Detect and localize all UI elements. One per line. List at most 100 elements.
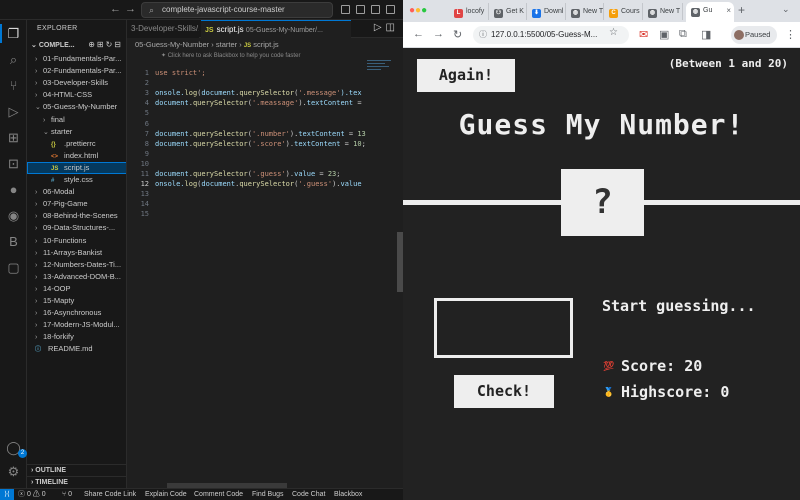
tree-folder[interactable]: › 10-Functions <box>27 235 126 247</box>
new-tab-plus-icon[interactable]: + <box>738 3 745 17</box>
tree-folder[interactable]: › 02-Fundamentals-Par... <box>27 65 126 77</box>
extension-gmail-icon[interactable]: ✉ <box>639 28 648 41</box>
tree-folder[interactable]: ⌄ starter <box>27 126 126 138</box>
address-bar[interactable]: ⓘ 127.0.0.1:5500/05-Guess-M... <box>473 26 629 44</box>
side-panel-icon[interactable]: ◨ <box>701 28 711 41</box>
explorer-sidebar: EXPLORER ⌄ COMPLE... ⊕⊞↻⊟ › 01-Fundamenta… <box>27 20 127 488</box>
browser-tab[interactable]: ⚇ Get K <box>489 3 527 20</box>
bookmark-star-icon[interactable]: ☆ <box>609 27 618 38</box>
tree-folder[interactable]: › 16-Asynchronous <box>27 307 126 319</box>
tree-folder[interactable]: › final <box>27 114 126 126</box>
search-activity-icon[interactable]: ⌕ <box>4 50 23 69</box>
tree-folder[interactable]: › 13-Advanced-DOM-B... <box>27 271 126 283</box>
toggle-panel-icon[interactable] <box>356 5 365 14</box>
minimap[interactable] <box>367 60 397 86</box>
tree-folder[interactable]: › 06-Modal <box>27 186 126 198</box>
browser-tab[interactable]: ⬇ Downl <box>527 3 566 20</box>
status-share-code-link[interactable]: Share Code Link <box>84 489 136 500</box>
tree-folder[interactable]: › 08-Behind-the-Scenes <box>27 210 126 222</box>
outline-section[interactable]: › OUTLINE <box>27 464 126 476</box>
extension-box-icon[interactable]: ▣ <box>659 28 669 41</box>
run-icon[interactable]: ▷ <box>374 22 386 33</box>
docker-icon[interactable]: ◉ <box>4 206 23 225</box>
timeline-section[interactable]: › TIMELINE <box>27 476 126 488</box>
status-explain-code[interactable]: Explain Code <box>145 489 187 500</box>
browser-tab[interactable]: ◍ Gu × <box>686 2 734 22</box>
tree-folder[interactable]: › 17-Modern-JS-Modul... <box>27 319 126 331</box>
customize-layout-icon[interactable] <box>386 5 395 14</box>
tree-file[interactable]: # style.css <box>27 174 126 186</box>
tree-folder[interactable]: › 09-Data-Structures-... <box>27 222 126 234</box>
tree-folder[interactable]: › 07-Pig-Game <box>27 198 126 210</box>
remote-explorer-icon[interactable]: ⊡ <box>4 154 23 173</box>
tree-folder[interactable]: › 18-forkify <box>27 331 126 343</box>
tree-folder[interactable]: › 11-Arrays-Bankist <box>27 247 126 259</box>
menu-kebab-icon[interactable]: ⋮ <box>785 28 796 41</box>
minimap-line <box>367 63 385 64</box>
tree-folder[interactable]: › 01-Fundamentals-Par... <box>27 53 126 65</box>
breadcrumb-folder[interactable]: 05-Guess-My-Number <box>135 40 209 49</box>
close-tab-icon[interactable]: × <box>726 2 731 19</box>
tree-folder[interactable]: › 15-Mapty <box>27 295 126 307</box>
tree-file[interactable]: <> index.html <box>27 150 126 162</box>
browser-tab[interactable]: ◍ New T <box>566 3 604 20</box>
window-controls-icon[interactable]: ●●● <box>409 5 427 16</box>
split-editor-icon[interactable]: ◫ <box>386 22 399 33</box>
tree-file[interactable]: JS script.js <box>27 161 126 174</box>
status-blackbox[interactable]: Blackbox <box>334 489 362 500</box>
reload-icon[interactable]: ↻ <box>453 28 462 41</box>
browser-tab[interactable]: C Cours <box>604 3 643 20</box>
problems-indicator[interactable]: ⓧ 0 ⚠ 0 <box>18 489 46 500</box>
forward-arrow-icon[interactable]: → <box>433 28 444 40</box>
tree-file[interactable]: ⓘ README.md <box>27 343 126 355</box>
tree-folder[interactable]: › 03-Developer-Skills <box>27 77 126 89</box>
back-arrow-icon[interactable]: ← <box>110 3 121 15</box>
status-code-chat[interactable]: Code Chat <box>292 489 325 500</box>
tree-folder[interactable]: › 14-OOP <box>27 283 126 295</box>
toggle-secondary-sidebar-icon[interactable] <box>371 5 380 14</box>
explorer-toolbar[interactable]: ⊕⊞↻⊟ <box>88 40 123 49</box>
guess-input[interactable] <box>434 298 573 358</box>
remote-indicator-icon[interactable]: ⟩⟨ <box>0 489 14 500</box>
tree-folder[interactable]: ⌄ 05-Guess-My-Number <box>27 101 126 113</box>
site-info-icon[interactable]: ⓘ <box>479 26 487 44</box>
chevron-right-icon: › <box>35 322 38 330</box>
tree-item-label: 08-Behind-the-Scenes <box>43 211 118 221</box>
breadcrumb-subfolder[interactable]: starter <box>216 40 237 49</box>
ports-indicator[interactable]: ⑂ 0 <box>62 489 72 500</box>
explorer-icon[interactable]: ❐ <box>0 24 23 43</box>
forward-arrow-icon[interactable]: → <box>125 3 136 15</box>
status-comment-code[interactable]: Comment Code <box>194 489 243 500</box>
toggle-sidebar-icon[interactable] <box>341 5 350 14</box>
tab-script-js[interactable]: JS script.js 05-Guess-My-Number/... <box>201 20 351 38</box>
browser-tab[interactable]: Llocofy <box>449 3 489 20</box>
breadcrumb-file[interactable]: script.js <box>253 40 278 49</box>
check-button[interactable]: Check! <box>454 375 554 408</box>
highscore-row: 🥇 Highscore: 0 <box>603 383 729 401</box>
tab-search-chevron-icon[interactable]: ⌄ <box>782 4 790 15</box>
command-center-search[interactable]: ⌕ complete-javascript-course-master <box>141 2 333 18</box>
blackbox-hint[interactable]: ✦ Click here to ask Blackbox to help you… <box>161 52 300 59</box>
run-debug-icon[interactable]: ▷ <box>4 102 23 121</box>
tree-folder[interactable]: › 12-Numbers-Dates-Ti... <box>27 259 126 271</box>
browser-tab-label: New T <box>583 8 604 15</box>
extensions-puzzle-icon[interactable]: ⧉ <box>679 28 687 41</box>
line-number: 8 <box>144 139 149 148</box>
tree-folder[interactable]: › 04-HTML-CSS <box>27 89 126 101</box>
status-find-bugs[interactable]: Find Bugs <box>252 489 284 500</box>
blackbox-icon[interactable]: B <box>4 232 23 251</box>
profile-button[interactable]: Paused <box>731 26 777 44</box>
code-token: 10 <box>353 139 362 148</box>
extensions-icon[interactable]: ⊞ <box>4 128 23 147</box>
tree-file[interactable]: {} .prettierrc <box>27 138 126 150</box>
settings-gear-icon[interactable]: ⚙ <box>4 462 23 481</box>
browser-tab[interactable]: ◍ New T <box>643 3 683 20</box>
account-icon[interactable]: ◯ 2 <box>4 438 27 458</box>
chat-icon[interactable]: ▢ <box>4 258 23 277</box>
tab-developer-skills[interactable]: 3-Developer-Skills/... <box>127 20 199 38</box>
source-control-icon[interactable]: ⑂ <box>4 76 23 95</box>
score-label: Score: <box>621 357 676 375</box>
again-button[interactable]: Again! <box>417 59 515 92</box>
github-icon[interactable]: ● <box>4 180 23 199</box>
back-arrow-icon[interactable]: ← <box>413 28 424 40</box>
